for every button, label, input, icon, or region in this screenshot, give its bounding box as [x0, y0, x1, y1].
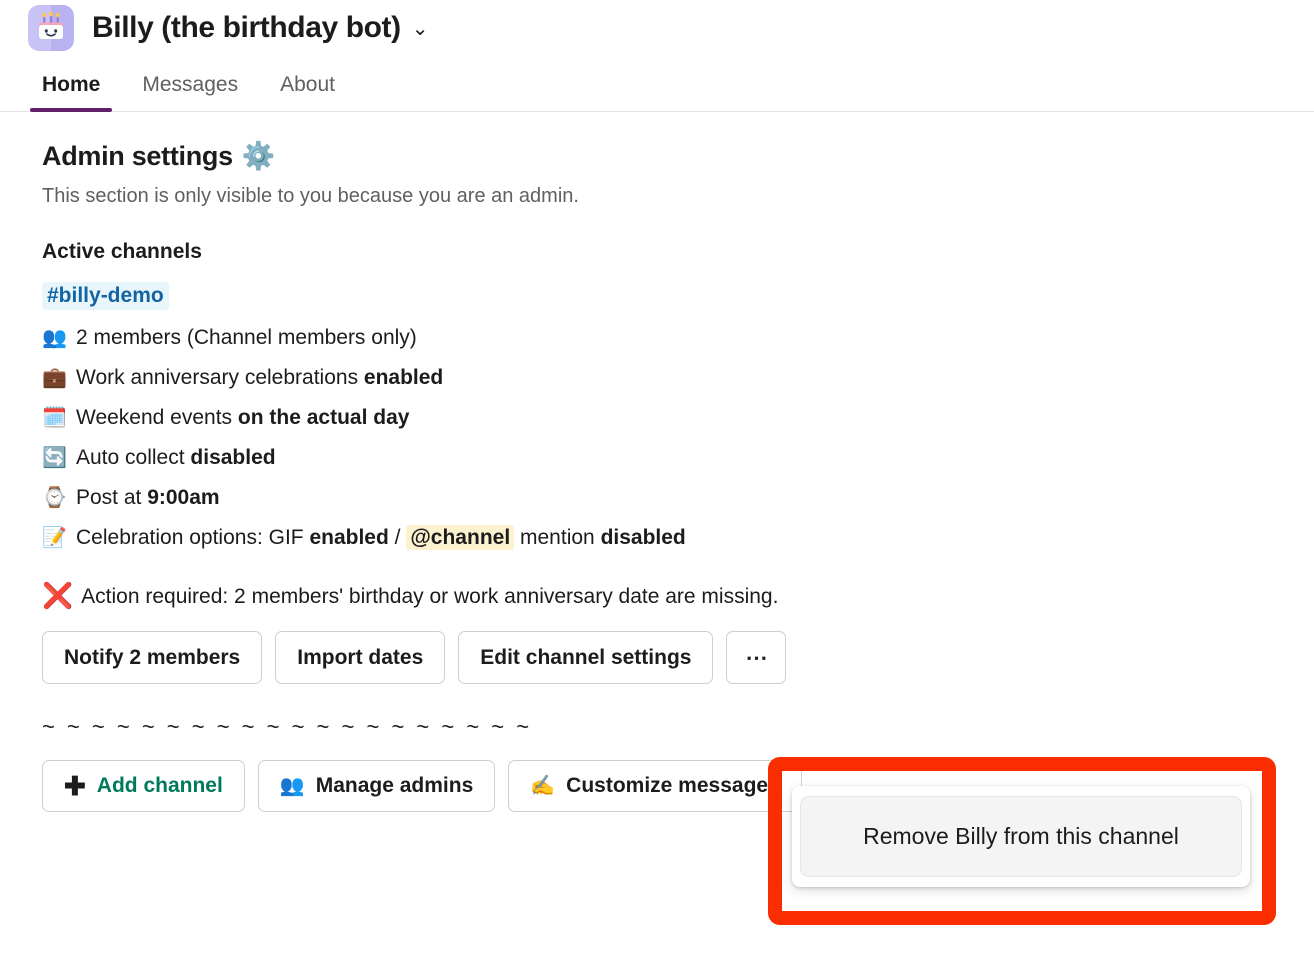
channel-detail-label: Celebration options: GIF: [76, 526, 310, 549]
channel-detail-label: Auto collect: [76, 446, 191, 469]
admin-settings-heading-text: Admin settings: [42, 140, 233, 171]
channel-actions-row: Notify 2 members Import dates Edit chann…: [42, 631, 1272, 685]
main-content: Admin settings ⚙️ This section is only v…: [0, 112, 1314, 813]
channel-detail-value: disabled: [190, 446, 276, 469]
channel-detail-text: Celebration options: GIF enabled / @chan…: [76, 518, 686, 557]
channel-detail-row: 🔄 Auto collect disabled: [42, 438, 1272, 478]
tab-about[interactable]: About: [268, 73, 347, 111]
channel-detail-row: 🗓️ Weekend events on the actual day: [42, 398, 1272, 438]
action-required-text: Action required: 2 members' birthday or …: [81, 584, 779, 608]
channel-detail-row: 💼 Work anniversary celebrations enabled: [42, 358, 1272, 398]
app-header: Billy (the birthday bot) ⌄: [0, 0, 1314, 54]
tab-home-label: Home: [42, 73, 101, 96]
channel-detail-value: disabled: [600, 526, 686, 549]
tab-home[interactable]: Home: [30, 73, 113, 112]
admin-settings-heading: Admin settings ⚙️: [42, 140, 1272, 172]
auto-collect-refresh-icon: 🔄: [42, 447, 67, 469]
action-required-message: ❌ Action required: 2 members' birthday o…: [42, 584, 1272, 609]
remove-billy-from-channel-menu-item[interactable]: Remove Billy from this channel: [800, 796, 1242, 877]
app-title-text: Billy (the birthday bot): [92, 11, 401, 44]
gear-icon: ⚙️: [241, 141, 276, 171]
edit-channel-settings-button[interactable]: Edit channel settings: [458, 631, 714, 685]
channel-detail-label: Weekend events: [76, 406, 238, 429]
channel-detail-text: 2 members (Channel members only): [76, 318, 417, 357]
channel-detail-label: Work anniversary celebrations: [76, 366, 364, 389]
channel-mention-token: @channel: [406, 525, 515, 550]
channel-detail-label: Post at: [76, 486, 148, 509]
channel-detail-label: /: [388, 526, 407, 549]
briefcase-icon: 💼: [42, 367, 67, 389]
channel-detail-value: 9:00am: [147, 486, 220, 509]
ellipsis-icon: ⋯: [745, 645, 768, 670]
plus-icon: ✚: [64, 770, 86, 801]
page-title: Billy (the birthday bot) ⌄: [92, 11, 429, 45]
admin-settings-note: This section is only visible to you beca…: [42, 185, 579, 207]
channel-detail-row: ⌚ Post at 9:00am: [42, 478, 1272, 518]
members-icon: 👥: [42, 327, 67, 349]
members-icon: 👥: [279, 775, 305, 798]
more-options-popover: Remove Billy from this channel: [792, 786, 1250, 887]
more-options-button[interactable]: ⋯: [726, 631, 787, 685]
channel-link-billy-demo[interactable]: #billy-demo: [42, 282, 169, 310]
channel-detail-row: 📝 Celebration options: GIF enabled / @cha…: [42, 518, 1272, 558]
memo-icon: 📝: [42, 527, 67, 549]
add-channel-button[interactable]: ✚ Add channel: [42, 760, 245, 813]
channel-detail-text: Post at 9:00am: [76, 478, 220, 517]
notify-members-button[interactable]: Notify 2 members: [42, 631, 263, 685]
cross-mark-icon: ❌: [42, 582, 74, 610]
tabbar: Home Messages About: [0, 54, 1314, 112]
channel-detail-text: Weekend events on the actual day: [76, 398, 409, 437]
customize-messages-label: Customize messages: [566, 774, 780, 798]
manage-admins-label: Manage admins: [315, 774, 474, 798]
section-divider: ~ ~ ~ ~ ~ ~ ~ ~ ~ ~ ~ ~ ~ ~ ~ ~ ~ ~ ~ ~: [42, 714, 533, 740]
channel-detail-value: enabled: [363, 366, 444, 389]
channel-detail-text: Work anniversary celebrations enabled: [76, 358, 443, 397]
channel-detail-value: on the actual day: [237, 406, 410, 429]
manage-admins-button[interactable]: 👥 Manage admins: [257, 760, 496, 813]
chevron-down-icon[interactable]: ⌄: [412, 16, 429, 41]
tab-messages[interactable]: Messages: [130, 73, 250, 111]
channel-detail-value: enabled: [309, 526, 389, 549]
notify-members-label: Notify 2 members: [64, 645, 241, 669]
tab-about-label: About: [280, 73, 335, 96]
import-dates-button[interactable]: Import dates: [275, 631, 446, 685]
customize-messages-button[interactable]: ✍️ Customize messages: [508, 760, 802, 813]
add-channel-label: Add channel: [96, 774, 223, 798]
tab-messages-label: Messages: [142, 73, 239, 96]
edit-channel-settings-label: Edit channel settings: [480, 645, 692, 669]
channel-detail-row: 👥 2 members (Channel members only): [42, 318, 1272, 358]
channel-detail-label: 2 members (Channel members only): [76, 326, 417, 349]
import-dates-label: Import dates: [297, 645, 424, 669]
calendar-icon: 🗓️: [42, 407, 67, 429]
active-channels-heading: Active channels: [42, 240, 202, 263]
channel-detail-label: mention: [514, 526, 601, 549]
writing-hand-icon: ✍️: [530, 775, 556, 798]
birthday-cake-icon: [28, 5, 74, 51]
watch-icon: ⌚: [42, 487, 67, 509]
channel-detail-text: Auto collect disabled: [76, 438, 276, 477]
channel-detail-list: 👥 2 members (Channel members only) 💼 Work a…: [42, 318, 1272, 558]
